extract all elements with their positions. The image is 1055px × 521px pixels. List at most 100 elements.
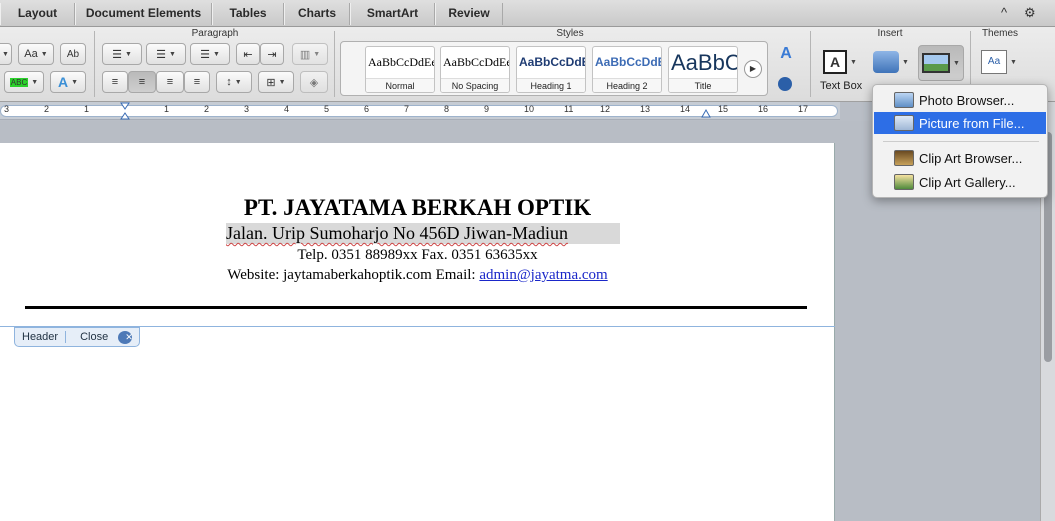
style-normal[interactable]: AaBbCcDdEe Normal bbox=[365, 46, 435, 93]
tab-tables[interactable]: Tables bbox=[212, 3, 284, 25]
style-heading-1[interactable]: AaBbCcDdEe Heading 1 bbox=[516, 46, 586, 93]
themes-button[interactable]: Aa ▼ bbox=[978, 45, 1020, 79]
numbering-button[interactable]: ☰ ▼ bbox=[146, 43, 186, 65]
insert-group-label: Insert bbox=[877, 28, 903, 39]
ruler-number: 13 bbox=[640, 104, 651, 114]
menu-item-label: Photo Browser... bbox=[919, 92, 1015, 108]
borders-button[interactable]: ⊞ ▼ bbox=[258, 71, 294, 93]
shading-icon: ◈ bbox=[309, 76, 319, 89]
menu-item-clip-art-browser[interactable]: Clip Art Browser... bbox=[874, 147, 1046, 169]
ribbon-divider bbox=[94, 31, 95, 97]
style-sample: AaBbC bbox=[671, 50, 737, 75]
tab-document-elements[interactable]: Document Elements bbox=[75, 3, 212, 25]
ruler-number: 2 bbox=[204, 104, 210, 114]
styles-aa-icon: A bbox=[780, 45, 792, 62]
align-right-button[interactable]: ≡ bbox=[156, 71, 184, 93]
ruler-number: 15 bbox=[718, 104, 729, 114]
collapse-ribbon-icon[interactable]: ^ bbox=[1001, 5, 1007, 20]
bullets-icon: ☰ bbox=[112, 48, 122, 61]
menu-item-clip-art-gallery[interactable]: Clip Art Gallery... bbox=[874, 171, 1046, 193]
columns-icon: ▥ bbox=[299, 48, 311, 61]
ruler-number: 17 bbox=[798, 104, 809, 114]
style-name: Heading 1 bbox=[517, 78, 585, 92]
company-phone[interactable]: Telp. 0351 88989xx Fax. 0351 63635xx bbox=[0, 247, 835, 264]
left-indent-marker-icon[interactable] bbox=[120, 102, 130, 120]
spelling-button[interactable]: Ab bbox=[60, 43, 86, 65]
ruler-number: 3 bbox=[4, 104, 10, 114]
change-case-button[interactable]: Aa ▼ bbox=[18, 43, 54, 65]
ruler-number: 16 bbox=[758, 104, 769, 114]
align-center-icon: ≡ bbox=[138, 76, 146, 88]
close-header-button[interactable]: Close ✕ bbox=[66, 330, 139, 344]
header-divider-line bbox=[25, 306, 807, 309]
ruler-number: 5 bbox=[324, 104, 330, 114]
ribbon-divider bbox=[810, 31, 811, 97]
menu-item-photo-browser[interactable]: Photo Browser... bbox=[874, 89, 1046, 111]
right-indent-marker-icon[interactable] bbox=[701, 108, 711, 118]
style-sample: AaBbCcDdEe bbox=[443, 55, 509, 69]
style-name: No Spacing bbox=[441, 78, 509, 92]
ruler-number: 9 bbox=[484, 104, 490, 114]
increase-indent-button[interactable]: ⇥ bbox=[260, 43, 284, 65]
ribbon-tab-bar: Layout Document Elements Tables Charts S… bbox=[0, 0, 1055, 27]
ruler-number: 12 bbox=[600, 104, 611, 114]
header-label: Header bbox=[15, 331, 67, 343]
picture-dropdown-menu: Photo Browser... Picture from File... Cl… bbox=[872, 84, 1048, 198]
photo-browser-icon bbox=[894, 92, 914, 108]
decrease-indent-button[interactable]: ⇤ bbox=[236, 43, 260, 65]
clip-art-gallery-icon bbox=[894, 174, 914, 190]
company-website-line[interactable]: Website: jaytamaberkahoptik.com Email: a… bbox=[0, 267, 835, 284]
columns-button[interactable]: ▥ ▼ bbox=[292, 43, 328, 65]
document-page[interactable]: PT. JAYATAMA BERKAH OPTIK Jalan. Urip Su… bbox=[0, 143, 835, 521]
menu-item-label: Clip Art Browser... bbox=[919, 150, 1023, 166]
text-box-icon: A bbox=[823, 50, 848, 74]
menu-divider bbox=[883, 141, 1039, 142]
text-effects-icon: A bbox=[57, 74, 69, 90]
company-name[interactable]: PT. JAYATAMA BERKAH OPTIK bbox=[0, 195, 835, 221]
styles-pane-button[interactable] bbox=[774, 73, 796, 95]
style-sample: AaBbCcDdEe bbox=[519, 55, 585, 69]
styles-next-icon[interactable]: ▶ bbox=[744, 60, 762, 78]
email-link[interactable]: admin@jayatma.com bbox=[479, 267, 607, 283]
align-center-button[interactable]: ≡ bbox=[128, 71, 156, 93]
tab-layout[interactable]: Layout bbox=[0, 3, 75, 25]
tab-review[interactable]: Review bbox=[435, 3, 503, 25]
menu-item-picture-from-file[interactable]: Picture from File... bbox=[874, 112, 1046, 134]
style-title[interactable]: AaBbC Title bbox=[668, 46, 738, 93]
company-address[interactable]: Jalan. Urip Sumoharjo No 456D Jiwan-Madi… bbox=[226, 223, 620, 244]
bullets-button[interactable]: ☰ ▼ bbox=[102, 43, 142, 65]
line-spacing-button[interactable]: ↕ ▼ bbox=[216, 71, 252, 93]
tab-smartart[interactable]: SmartArt bbox=[350, 3, 435, 25]
align-left-button[interactable]: ≡ bbox=[102, 71, 128, 93]
text-box-button[interactable]: A ▼ bbox=[820, 45, 860, 79]
style-heading-2[interactable]: AaBbCcDdEe Heading 2 bbox=[592, 46, 662, 93]
spelling-icon: Ab bbox=[66, 48, 80, 60]
line-spacing-icon: ↕ bbox=[226, 76, 232, 88]
shapes-button[interactable]: ▼ bbox=[870, 45, 912, 79]
highlight-icon: ABC bbox=[9, 77, 29, 87]
style-sample: AaBbCcDdEe bbox=[595, 55, 661, 69]
ruler-number: 11 bbox=[564, 104, 574, 114]
styles-gallery: AaBbCcDdEe Normal AaBbCcDdEe No Spacing … bbox=[340, 41, 768, 96]
manage-styles-button[interactable]: A bbox=[772, 43, 800, 65]
ruler-number: 1 bbox=[84, 104, 90, 114]
picture-button[interactable]: ▼ bbox=[918, 45, 964, 81]
ruler-number: 1 bbox=[164, 104, 170, 114]
shading-button[interactable]: ◈ bbox=[300, 71, 328, 93]
justify-button[interactable]: ≡ bbox=[184, 71, 210, 93]
text-effects-button[interactable]: A ▼ bbox=[50, 71, 86, 93]
font-dropdown-button[interactable]: ▼ bbox=[0, 43, 12, 65]
ruler-number: 4 bbox=[284, 104, 290, 114]
multilevel-list-button[interactable]: ☰ ▼ bbox=[190, 43, 230, 65]
tab-charts[interactable]: Charts bbox=[284, 3, 350, 25]
ruler-number: 10 bbox=[524, 104, 535, 114]
numbering-icon: ☰ bbox=[156, 48, 166, 61]
increase-indent-icon: ⇥ bbox=[267, 48, 277, 61]
ruler-number: 6 bbox=[364, 104, 370, 114]
horizontal-ruler[interactable]: 3 2 1 1 2 3 4 5 6 7 8 9 10 11 12 13 14 1… bbox=[0, 102, 840, 120]
gear-icon[interactable]: ⚙ bbox=[1024, 5, 1036, 21]
align-left-icon: ≡ bbox=[111, 76, 119, 88]
style-no-spacing[interactable]: AaBbCcDdEe No Spacing bbox=[440, 46, 510, 93]
highlight-button[interactable]: ABC ▼ bbox=[4, 71, 44, 93]
styles-group-label: Styles bbox=[556, 28, 584, 39]
